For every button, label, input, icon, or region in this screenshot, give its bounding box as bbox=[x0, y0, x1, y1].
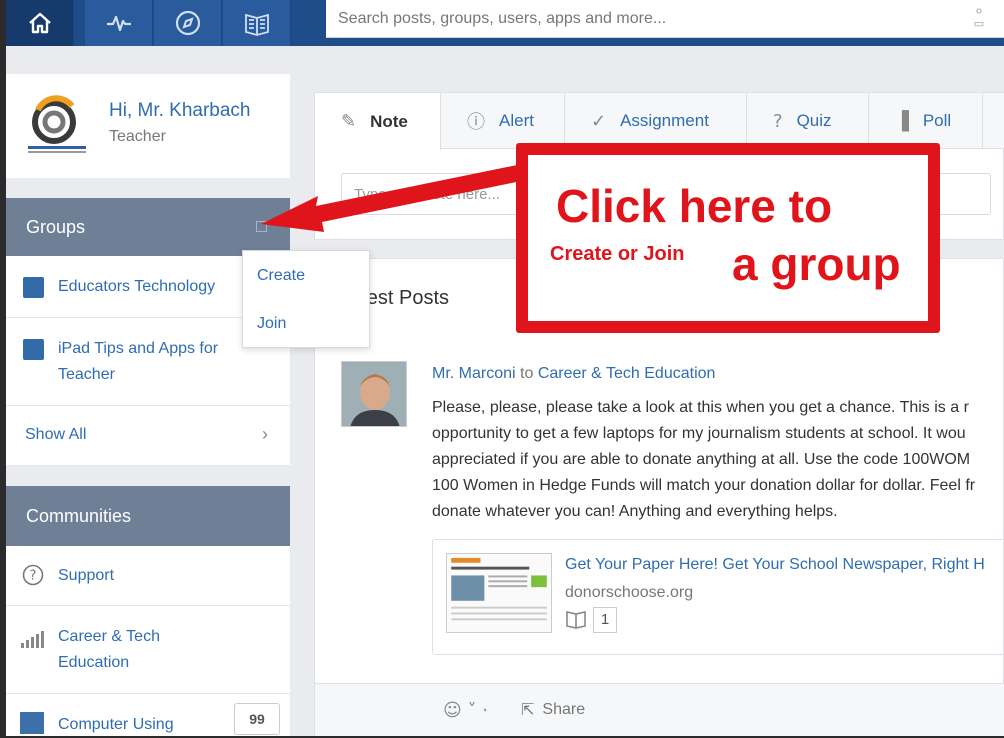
tab-label: Poll bbox=[922, 111, 952, 130]
tab-quiz[interactable]: ? Quiz bbox=[747, 93, 869, 149]
show-all-groups[interactable]: Show All › bbox=[6, 406, 290, 466]
community-label: Support bbox=[58, 567, 115, 584]
tab-alert[interactable]: ⓘ Alert bbox=[441, 93, 565, 149]
post-line: opportunity to get a few laptops for my … bbox=[432, 425, 966, 442]
groups-menu-icon[interactable] bbox=[256, 221, 267, 232]
post-author-line: Mr. Marconi to Career & Tech Education bbox=[432, 365, 715, 383]
composer-tabs: ✎ Note ⓘ Alert ✓ Assignment ? Quiz ▐ Pol… bbox=[315, 93, 1004, 150]
communities-list: ? Support Career & Tech Education Comput… bbox=[6, 546, 290, 736]
search-options-icon[interactable]: ⚪ ▭ bbox=[972, 6, 986, 32]
tab-note[interactable]: ✎ Note bbox=[315, 93, 441, 150]
profile-card: Hi, Mr. Kharbach Teacher bbox=[6, 74, 290, 178]
community-item-support[interactable]: ? Support bbox=[6, 546, 290, 606]
annotation-line1: Click here to bbox=[556, 180, 833, 232]
post-line: donate whatever you can! Anything and ev… bbox=[432, 503, 838, 520]
share-icon: ⇱ bbox=[521, 700, 535, 719]
tab-poll[interactable]: ▐ Poll bbox=[869, 93, 983, 149]
groups-title: Groups bbox=[26, 217, 86, 237]
community-label: Computer Using bbox=[58, 716, 174, 733]
alert-icon: ⓘ bbox=[467, 112, 485, 133]
community-item-career-tech[interactable]: Career & Tech Education bbox=[6, 606, 290, 694]
discover-button[interactable] bbox=[154, 0, 222, 46]
search-bar: ⚪▭ bbox=[326, 0, 1004, 38]
count-badge: 99 bbox=[234, 703, 280, 735]
groups-header: Groups bbox=[6, 198, 290, 256]
tab-label: Alert bbox=[499, 111, 534, 130]
discover-icon bbox=[175, 10, 200, 36]
communities-title: Communities bbox=[26, 506, 132, 526]
quiz-icon: ? bbox=[773, 110, 783, 132]
post-line: 100 Women in Hedge Funds will match your… bbox=[432, 477, 976, 494]
community-item-computer-using[interactable]: Computer Using 99 bbox=[6, 694, 290, 736]
community-label-line1: Career & Tech bbox=[58, 628, 160, 645]
library-icon[interactable] bbox=[565, 608, 587, 630]
community-logo bbox=[20, 712, 44, 734]
poll-icon: ▐ bbox=[895, 110, 909, 132]
user-role: Teacher bbox=[109, 128, 166, 145]
tab-label: Note bbox=[370, 111, 408, 131]
school-logo bbox=[24, 94, 92, 158]
svg-text:?: ? bbox=[30, 569, 37, 584]
post-body: Please, please, please take a look at th… bbox=[432, 395, 1004, 525]
link-title[interactable]: Get Your Paper Here! Get Your School New… bbox=[565, 556, 985, 574]
search-input[interactable] bbox=[338, 8, 938, 30]
home-button[interactable] bbox=[6, 0, 74, 46]
groups-dropdown: Create Join bbox=[242, 250, 370, 348]
community-label-line2: Education bbox=[58, 654, 130, 671]
activity-icon bbox=[106, 15, 131, 32]
home-icon bbox=[28, 12, 51, 34]
greeting[interactable]: Hi, Mr. Kharbach bbox=[109, 100, 251, 122]
library-icon bbox=[244, 13, 269, 36]
group-label-line1: iPad Tips and Apps for bbox=[58, 340, 219, 357]
bar-chart-icon bbox=[21, 631, 44, 648]
post-line: appreciated if you are able to donate an… bbox=[432, 451, 971, 468]
annotation-callout: Click here to Create or Join a group bbox=[516, 143, 940, 333]
note-placeholder: Type your note here... bbox=[354, 186, 500, 203]
check-icon: ✓ bbox=[591, 110, 607, 132]
help-circle-icon: ? bbox=[22, 564, 44, 586]
link-thumbnail bbox=[446, 553, 552, 633]
note-icon: ✎ bbox=[341, 111, 357, 132]
annotation-subtext: Create or Join bbox=[550, 243, 685, 265]
library-count: 1 bbox=[593, 607, 617, 633]
join-group-option[interactable]: Join bbox=[257, 315, 286, 333]
group-color-icon bbox=[23, 277, 44, 298]
post-author[interactable]: Mr. Marconi bbox=[432, 365, 516, 382]
tab-assignment[interactable]: ✓ Assignment bbox=[565, 93, 747, 149]
tab-label: Assignment bbox=[620, 111, 709, 130]
group-color-icon bbox=[23, 339, 44, 360]
share-label: Share bbox=[542, 700, 586, 718]
create-group-option[interactable]: Create bbox=[257, 267, 305, 285]
tab-label: Quiz bbox=[796, 111, 832, 130]
link-domain: donorschoose.org bbox=[565, 584, 694, 601]
communities-header: Communities bbox=[6, 486, 290, 546]
app-frame: ⚪▭ Hi, Mr. Kharbach Teacher Groups Educa… bbox=[6, 0, 1004, 736]
activity-button[interactable] bbox=[85, 0, 153, 46]
link-preview-card[interactable]: Get Your Paper Here! Get Your School New… bbox=[432, 539, 1004, 655]
annotation-line2: a group bbox=[732, 238, 901, 290]
avatar-photo bbox=[342, 362, 406, 426]
reaction-icon[interactable]: ☺ ˅ · bbox=[443, 700, 488, 721]
top-bar: ⚪▭ bbox=[6, 0, 1004, 46]
group-label-line2: Teacher bbox=[58, 366, 115, 383]
library-button[interactable] bbox=[223, 0, 291, 46]
post-group[interactable]: Career & Tech Education bbox=[538, 365, 716, 382]
post-actions: ☺ ˅ · ⇱ Share bbox=[315, 683, 1004, 736]
post-to: to bbox=[520, 365, 534, 382]
group-label: Educators Technology bbox=[58, 278, 216, 295]
post-line: Please, please, please take a look at th… bbox=[432, 399, 969, 416]
share-button[interactable]: ⇱ Share bbox=[521, 700, 585, 719]
chevron-right-icon: › bbox=[262, 424, 268, 444]
show-all-label: Show All bbox=[25, 426, 87, 443]
avatar[interactable] bbox=[341, 361, 407, 427]
